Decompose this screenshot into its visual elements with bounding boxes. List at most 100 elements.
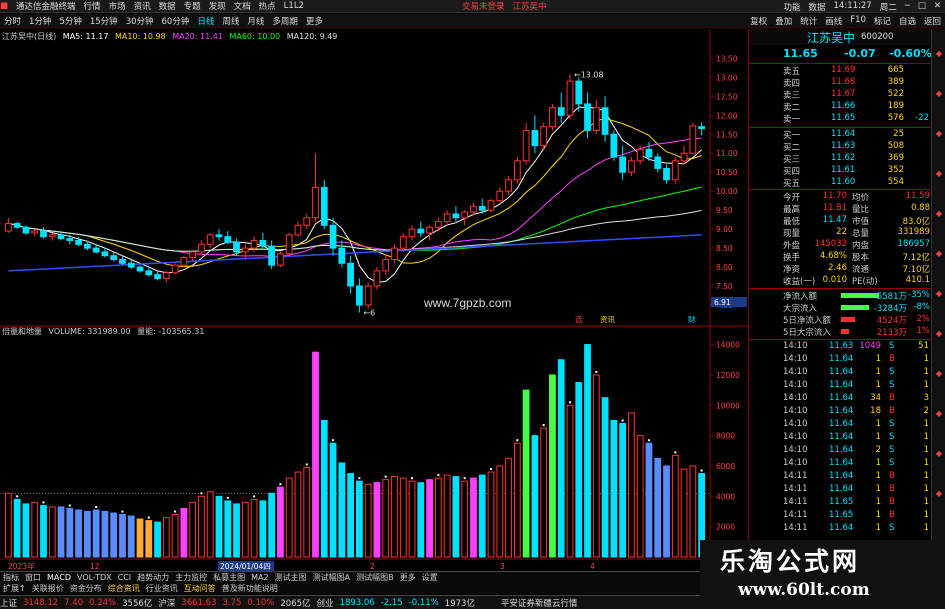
- indicator-tab[interactable]: CCI: [115, 572, 135, 583]
- indicator-tab[interactable]: 趋势动力: [134, 572, 172, 583]
- info-tab[interactable]: 扩展↑: [0, 583, 29, 594]
- candle-body: [575, 80, 583, 105]
- flow-bar: [841, 317, 855, 322]
- sidebar-icon-11[interactable]: ◆: [934, 449, 944, 459]
- menu-data-right[interactable]: 数据: [809, 1, 826, 13]
- bid-level-label: 买二: [783, 143, 801, 153]
- indicator-tab[interactable]: 私募主图: [210, 572, 248, 583]
- btn-mark[interactable]: 标记: [874, 15, 891, 27]
- indicator-tab[interactable]: 窗口: [22, 572, 44, 583]
- tick-count: 1: [923, 458, 929, 468]
- stat-key: 最高: [783, 205, 801, 215]
- menu-hot[interactable]: 热点: [259, 0, 276, 12]
- menu-market[interactable]: 市场: [109, 0, 126, 12]
- period-multi[interactable]: 多周期: [268, 15, 302, 27]
- btn-stats[interactable]: 统计: [800, 15, 817, 27]
- volume-bar: [5, 492, 12, 558]
- menu-discover[interactable]: 发现: [209, 0, 226, 12]
- high-annotation: ←13.08: [574, 70, 604, 79]
- bid-volume: 352: [887, 165, 904, 175]
- sidebar-icon-9[interactable]: ◆: [934, 369, 944, 379]
- btn-back[interactable]: 返回: [924, 15, 941, 27]
- sidebar-icon-12[interactable]: ◆: [934, 489, 944, 499]
- ask-volume: 389: [887, 77, 904, 87]
- info-tab[interactable]: 普及新功能说明: [219, 583, 281, 594]
- menu-function[interactable]: 功能: [783, 1, 800, 13]
- sidebar-icon-7[interactable]: ◆: [934, 289, 944, 299]
- sidebar-icon-8[interactable]: ◆: [934, 329, 944, 339]
- tick-row: 14:10 11.64 1 S 1: [749, 419, 932, 431]
- info-tab[interactable]: 互动问答: [181, 583, 219, 594]
- minimize-icon[interactable]: ─: [905, 1, 910, 13]
- indicator-tab[interactable]: 测试幅图B: [353, 572, 397, 583]
- flow-pct: -8%: [913, 302, 930, 312]
- indicator-tab[interactable]: MACD: [44, 572, 74, 583]
- candle-body: [452, 213, 460, 219]
- sidebar-icon-4[interactable]: ◆: [934, 169, 944, 179]
- stat-key: 最低: [783, 217, 801, 227]
- indicator-tab[interactable]: 更多: [397, 572, 419, 583]
- sidebar-icon-2[interactable]: ◆: [934, 89, 944, 99]
- period-60min[interactable]: 60分钟: [158, 15, 194, 27]
- tick-volume: 1: [875, 458, 881, 468]
- tick-row: 14:10 11.64 1 S 1: [749, 432, 932, 444]
- indicator-tab[interactable]: VOL-TDX: [74, 572, 115, 583]
- menu-news[interactable]: 资讯: [134, 0, 151, 12]
- period-weekly[interactable]: 周线: [218, 15, 243, 27]
- broker-server-label[interactable]: 平安证券新疆云行情: [501, 597, 578, 609]
- menu-topics[interactable]: 专题: [184, 0, 201, 12]
- info-tab[interactable]: 综合资讯: [105, 583, 143, 594]
- btn-watchlist[interactable]: 自选: [899, 15, 916, 27]
- volume-bar: [180, 507, 188, 558]
- stat-value: 145032: [814, 239, 847, 249]
- period-1min[interactable]: 1分钟: [25, 15, 55, 27]
- candle: [549, 103, 556, 131]
- period-30min[interactable]: 30分钟: [122, 15, 158, 27]
- indicator-tab[interactable]: 设置: [419, 572, 441, 583]
- btn-overlay[interactable]: 叠加: [775, 15, 792, 27]
- tick-volume: 2: [875, 445, 881, 455]
- period-daily[interactable]: 日线: [193, 15, 218, 27]
- period-timeshare[interactable]: 分时: [0, 15, 25, 27]
- bid-row: 买四 11.61 352: [749, 165, 932, 177]
- indicator-tab[interactable]: 指标: [0, 572, 22, 583]
- menu-docs[interactable]: 文档: [234, 0, 251, 12]
- indicator-tab[interactable]: 测试幅图A: [310, 572, 353, 583]
- candle-body: [224, 236, 232, 243]
- period-monthly[interactable]: 月线: [243, 15, 268, 27]
- maximize-icon[interactable]: □: [918, 1, 926, 13]
- btn-draw[interactable]: 画线: [825, 15, 842, 27]
- menu-data[interactable]: 数据: [159, 0, 176, 12]
- trade-login-notice[interactable]: 交易未登录: [462, 0, 505, 12]
- candle-body: [83, 243, 91, 249]
- date-tick-label: 2024/01/04四: [220, 562, 271, 571]
- indicator-tab[interactable]: 测试主图: [272, 572, 310, 583]
- sidebar-icon-3[interactable]: ◆: [934, 129, 944, 139]
- info-tab[interactable]: 资金分布: [67, 583, 105, 594]
- indicator-tab[interactable]: MA2: [248, 572, 271, 583]
- indicator-tab[interactable]: 主力监控: [172, 572, 210, 583]
- title-bar: ■ 通达信金融终端 行情 市场 资讯 数据 专题 发现 文档 热点 L1L2 交…: [0, 0, 945, 13]
- sidebar-icon-1[interactable]: ◆: [934, 49, 944, 59]
- info-tab[interactable]: 关联报价: [29, 583, 67, 594]
- period-5min[interactable]: 5分钟: [55, 15, 85, 27]
- stat-row: 现量 22 总量 331989: [749, 227, 932, 239]
- close-icon[interactable]: ✕: [934, 1, 941, 13]
- index-change-pct: -0.11%: [408, 597, 439, 608]
- btn-f10[interactable]: F10: [850, 15, 866, 27]
- chart-canvas[interactable]: 13.50 13.00 12.50 12.00 11.50 11.00 10.50 10.00…: [0, 29, 748, 571]
- tag-finance: 财: [688, 314, 696, 324]
- menu-quotes[interactable]: 行情: [84, 0, 101, 12]
- sidebar-icon-5[interactable]: ◆: [934, 209, 944, 219]
- info-tab[interactable]: 行业资讯: [143, 583, 181, 594]
- sidebar-icon-10[interactable]: ◆: [934, 409, 944, 419]
- period-more[interactable]: 更多: [302, 15, 327, 27]
- candle: [180, 255, 188, 268]
- watermark-title: 乐淘公式网: [720, 547, 861, 576]
- menu-l1l2[interactable]: L1L2: [284, 1, 304, 11]
- tick-row: 14:10 11.64 1 S 1: [749, 367, 932, 379]
- tick-price: 11.64: [829, 523, 854, 533]
- period-15min[interactable]: 15分钟: [86, 15, 122, 27]
- sidebar-icon-6[interactable]: ◆: [934, 249, 944, 259]
- btn-adjust[interactable]: 复权: [750, 15, 767, 27]
